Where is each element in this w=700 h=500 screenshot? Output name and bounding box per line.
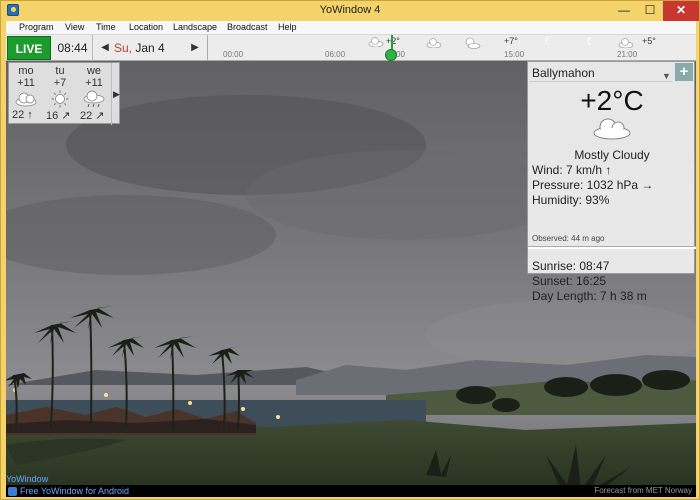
forecast-temp: +7 bbox=[53, 77, 67, 89]
wind-arrow-icon: ↗ bbox=[95, 110, 105, 122]
timeline-hour: 00 bbox=[396, 50, 405, 59]
forecast-wind: 22 bbox=[12, 109, 25, 121]
weather-info-panel: Ballymahon ▼ + +2°C Mostly Cloudy Wind: … bbox=[527, 61, 696, 303]
menu-time[interactable]: Time bbox=[96, 22, 116, 32]
cloud-icon bbox=[426, 38, 442, 48]
status-area: YoWindow Free YoWindow for Android Forec… bbox=[6, 472, 696, 497]
timeline-hour: 15:00 bbox=[504, 50, 525, 59]
minimize-button[interactable]: — bbox=[611, 1, 637, 21]
menu-landscape[interactable]: Landscape bbox=[173, 22, 217, 32]
sun-cloud-icon bbox=[465, 37, 481, 49]
android-link[interactable]: Free YoWindow for Android bbox=[20, 486, 129, 496]
maximize-button[interactable]: ☐ bbox=[637, 1, 663, 21]
time-cursor-handle[interactable] bbox=[385, 49, 397, 61]
cloud-icon bbox=[618, 38, 634, 48]
sun-icon bbox=[51, 90, 69, 108]
forecast-wind: 22 bbox=[80, 110, 93, 122]
title-bar[interactable]: YoWindow 4 — ☐ ✕ bbox=[1, 1, 699, 21]
location-name: Ballymahon bbox=[532, 66, 595, 80]
weather-condition: Mostly Cloudy bbox=[574, 148, 650, 162]
pressure-info: Pressure: 1032 hPa → bbox=[532, 178, 654, 192]
timeline-hour: 21:00 bbox=[617, 50, 638, 59]
forecast-day-name: mo bbox=[18, 65, 34, 77]
wind-info: Wind: 7 km/h ↑ bbox=[532, 163, 612, 177]
time-slider[interactable]: 00:00 06:00 00 15:00 21:00 +2° +7° ☾ ☾ +… bbox=[207, 35, 696, 61]
location-selector[interactable]: Ballymahon ▼ bbox=[530, 64, 672, 82]
prev-day-button[interactable]: ◀ bbox=[98, 35, 112, 61]
forecast-next-button[interactable]: ▶ bbox=[111, 63, 121, 125]
observed-time: Observed: 44 m ago bbox=[532, 234, 605, 243]
android-icon bbox=[8, 487, 17, 496]
app-window: YoWindow 4 — ☐ ✕ Program View Time Locat… bbox=[0, 0, 700, 500]
cloud-icon bbox=[593, 118, 631, 140]
date-text: Jan 4 bbox=[135, 41, 165, 55]
forecast-day[interactable]: tu +7 16 ↗ bbox=[43, 63, 77, 125]
timeline-hour: 00:00 bbox=[223, 50, 244, 59]
menu-help[interactable]: Help bbox=[278, 22, 297, 32]
timeline-hour: 06:00 bbox=[325, 50, 346, 59]
rain-cloud-icon bbox=[83, 90, 105, 108]
live-button[interactable]: LIVE bbox=[7, 36, 51, 60]
day-of-week: Su, bbox=[114, 41, 133, 55]
forecast-day[interactable]: we +11 22 ↗ bbox=[77, 63, 111, 125]
menu-broadcast[interactable]: Broadcast bbox=[227, 22, 268, 32]
date-display[interactable]: Su, Jan 4 bbox=[114, 35, 188, 61]
forecast-wind: 16 bbox=[46, 110, 59, 122]
forecast-day-name: we bbox=[86, 65, 102, 77]
day-length-info: Day Length: 7 h 38 m bbox=[532, 289, 647, 303]
android-promo-bar: Free YoWindow for Android bbox=[6, 485, 696, 497]
close-button[interactable]: ✕ bbox=[663, 1, 699, 21]
sunset-info: Sunset: 16:25 bbox=[532, 274, 607, 288]
weather-view: LIVE 08:44 ◀ Su, Jan 4 ▶ 00:00 06:00 00 … bbox=[6, 35, 696, 497]
moon-cloud-icon: ☾ bbox=[544, 36, 554, 48]
wind-arrow-icon: ↑ bbox=[27, 109, 33, 121]
moon-icon: ☾ bbox=[586, 36, 596, 48]
current-temperature: +2°C bbox=[580, 85, 644, 116]
forecast-day[interactable]: mo +11 22 ↑ bbox=[9, 63, 43, 125]
brand-link[interactable]: YoWindow bbox=[6, 474, 48, 484]
forecast-temp: +11 bbox=[17, 77, 35, 89]
timeline-forecast-temp: +7° bbox=[504, 36, 518, 46]
forecast-day-name: tu bbox=[55, 65, 65, 77]
chevron-down-icon: ▼ bbox=[662, 71, 671, 81]
current-time[interactable]: 08:44 bbox=[53, 35, 93, 61]
forecast-credit[interactable]: Forecast from MET Norway bbox=[594, 485, 692, 497]
menu-program[interactable]: Program bbox=[19, 22, 54, 32]
cloud-icon bbox=[15, 92, 37, 107]
next-day-button[interactable]: ▶ bbox=[188, 35, 202, 61]
wind-arrow-icon: ↗ bbox=[61, 110, 71, 122]
add-location-button[interactable]: + bbox=[675, 63, 693, 81]
top-bar: LIVE 08:44 ◀ Su, Jan 4 ▶ 00:00 06:00 00 … bbox=[6, 35, 696, 61]
forecast-strip: mo +11 22 ↑ tu +7 16 ↗ we +11 22 ↗ ▶ bbox=[8, 62, 121, 125]
menu-bar: Program View Time Location Landscape Bro… bbox=[6, 21, 696, 35]
forecast-temp: +11 bbox=[85, 77, 103, 89]
menu-view[interactable]: View bbox=[65, 22, 84, 32]
sunrise-info: Sunrise: 08:47 bbox=[532, 259, 610, 273]
humidity-info: Humidity: 93% bbox=[532, 193, 610, 207]
window-title: YoWindow 4 bbox=[319, 4, 381, 16]
timeline-forecast-temp: +5° bbox=[642, 36, 656, 46]
panel-divider bbox=[528, 246, 696, 249]
menu-location[interactable]: Location bbox=[129, 22, 163, 32]
cloud-icon bbox=[368, 37, 384, 47]
